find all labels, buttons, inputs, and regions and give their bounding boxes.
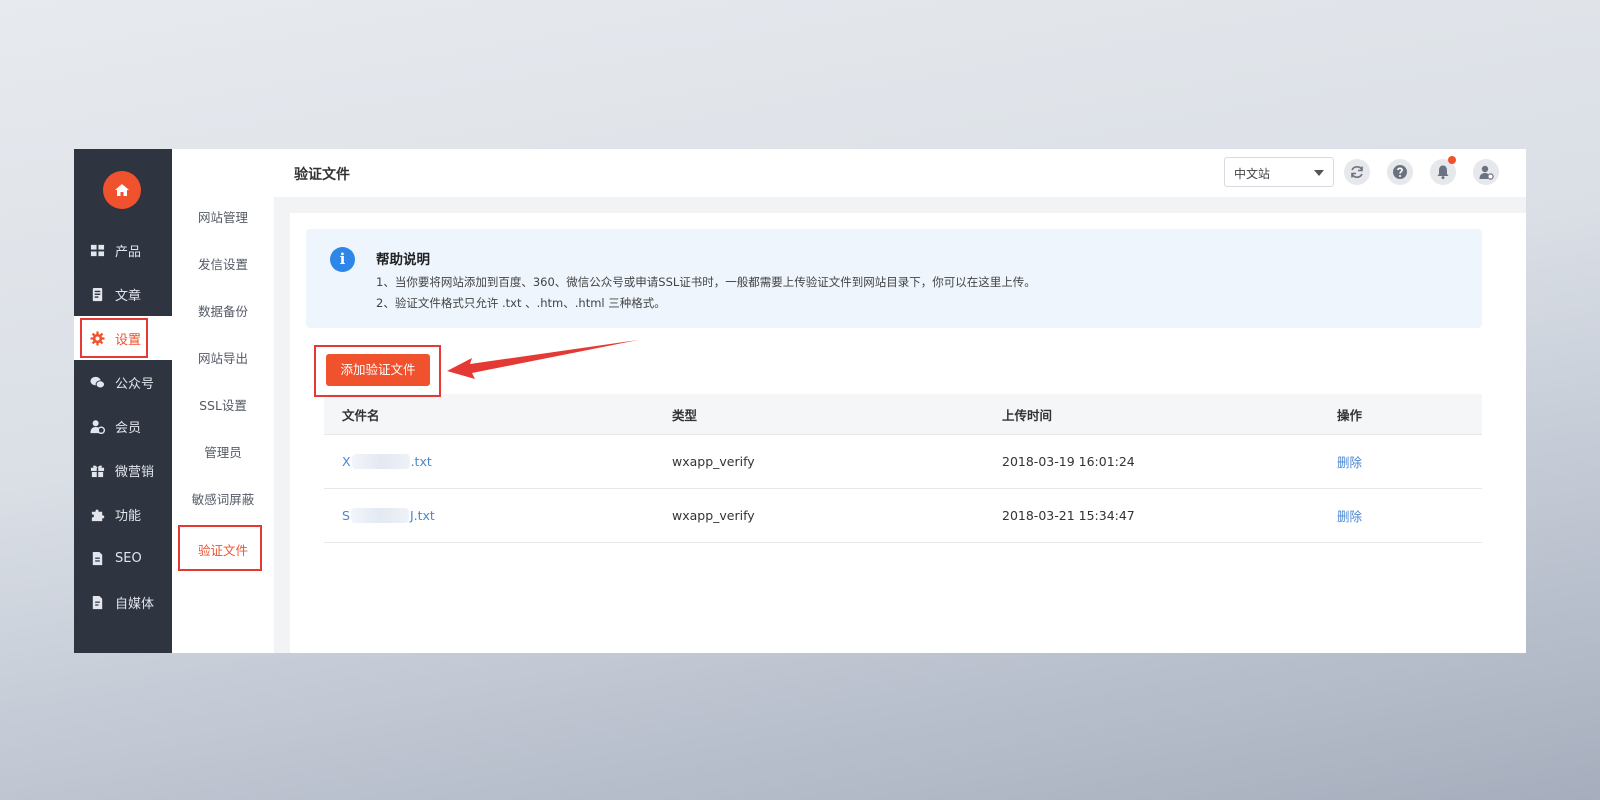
- column-header-actions: 操作: [1337, 407, 1363, 423]
- file-name-link[interactable]: S J.txt: [342, 489, 435, 542]
- table-row: X .txt wxapp_verify 2018-03-19 16:01:24 …: [324, 435, 1482, 489]
- subnav-item-administrators[interactable]: 管理员: [172, 442, 274, 461]
- column-header-type: 类型: [672, 407, 698, 423]
- add-verify-file-button[interactable]: 添加验证文件: [326, 354, 430, 386]
- upload-time: 2018-03-19 16:01:24: [1002, 454, 1135, 469]
- sidebar-item-self-media[interactable]: 自媒体: [74, 580, 172, 624]
- sidebar-item-marketing[interactable]: 微营销: [74, 448, 172, 492]
- member-icon: [90, 419, 105, 434]
- app-window: 产品 文章 设置 公众号 会员 微营销 功能 SEO 自媒体 网站管理 发信设置…: [74, 149, 1526, 653]
- sidebar-item-label: 微营销: [115, 464, 155, 480]
- sidebar-item-label: SEO: [115, 550, 142, 566]
- file-type: wxapp_verify: [672, 454, 755, 469]
- notification-dot: [1448, 156, 1456, 164]
- settings-subnav: 网站管理 发信设置 数据备份 网站导出 SSL设置 管理员 敏感词屏蔽 验证文件: [172, 149, 275, 653]
- table-row: S J.txt wxapp_verify 2018-03-21 15:34:47…: [324, 489, 1482, 543]
- sidebar-item-label: 公众号: [115, 376, 155, 392]
- file-name-end: .txt: [410, 454, 432, 469]
- gift-icon: [90, 465, 105, 477]
- user-icon: [1479, 165, 1494, 180]
- file-name-start: S: [342, 508, 350, 523]
- sidebar-item-seo[interactable]: SEO: [74, 536, 172, 580]
- grid-icon: [90, 244, 105, 256]
- bell-icon: [1437, 165, 1449, 180]
- chevron-down-icon: [1314, 170, 1324, 176]
- file-name-start: X: [342, 454, 351, 469]
- sidebar-item-label: 产品: [115, 244, 142, 260]
- sidebar-item-functions[interactable]: 功能: [74, 492, 172, 536]
- sidebar-item-label: 会员: [115, 420, 142, 436]
- sidebar-item-label: 自媒体: [115, 596, 155, 612]
- sidebar-item-wechat[interactable]: 公众号: [74, 360, 172, 404]
- site-select-value: 中文站: [1234, 167, 1271, 181]
- notifications-button[interactable]: [1430, 156, 1456, 185]
- subnav-item-verify-files[interactable]: 验证文件: [172, 540, 274, 559]
- subnav-item-ssl-settings[interactable]: SSL设置: [172, 395, 274, 414]
- column-header-filename: 文件名: [342, 407, 380, 423]
- subnav-item-mail-settings[interactable]: 发信设置: [172, 254, 274, 273]
- sidebar-item-members[interactable]: 会员: [74, 404, 172, 448]
- subnav-item-sensitive-words[interactable]: 敏感词屏蔽: [172, 489, 274, 508]
- subnav-item-site-export[interactable]: 网站导出: [172, 348, 274, 367]
- top-bar: 验证文件 中文站: [274, 149, 1526, 198]
- help-line-2: 2、验证文件格式只允许 .txt 、.htm、.html 三种格式。: [376, 296, 666, 310]
- puzzle-icon: [91, 509, 105, 521]
- media-file-icon: [92, 595, 103, 609]
- redacted-filename: [350, 508, 409, 523]
- subnav-item-data-backup[interactable]: 数据备份: [172, 301, 274, 320]
- info-icon: i: [330, 247, 355, 272]
- sidebar-item-settings[interactable]: 设置: [74, 316, 172, 360]
- help-button[interactable]: [1387, 159, 1413, 185]
- site-language-select[interactable]: 中文站: [1224, 157, 1334, 187]
- help-notice: i 帮助说明 1、当你要将网站添加到百度、360、微信公众号或申请SSL证书时，…: [306, 229, 1482, 328]
- file-name-link[interactable]: X .txt: [342, 435, 432, 488]
- subnav-item-site-management[interactable]: 网站管理: [172, 207, 274, 226]
- upload-time: 2018-03-21 15:34:47: [1002, 508, 1135, 523]
- delete-link[interactable]: 删除: [1337, 489, 1362, 542]
- sidebar-item-products[interactable]: 产品: [74, 228, 172, 272]
- help-title: 帮助说明: [376, 252, 430, 268]
- user-account-button[interactable]: [1473, 159, 1499, 185]
- file-type: wxapp_verify: [672, 508, 755, 523]
- column-header-upload-time: 上传时间: [1002, 407, 1053, 423]
- delete-link[interactable]: 删除: [1337, 435, 1362, 488]
- file-name-end: J.txt: [409, 508, 435, 523]
- help-line-1: 1、当你要将网站添加到百度、360、微信公众号或申请SSL证书时，一般都需要上传…: [376, 275, 1036, 289]
- sidebar-item-articles[interactable]: 文章: [74, 272, 172, 316]
- sidebar-item-label: 文章: [115, 288, 142, 304]
- sidebar-item-label: 功能: [115, 508, 142, 524]
- refresh-icon: [1351, 166, 1363, 178]
- home-icon: [115, 184, 129, 196]
- home-button[interactable]: [103, 171, 141, 209]
- page-title: 验证文件: [294, 167, 350, 183]
- document-icon: [92, 287, 103, 301]
- seo-file-icon: [92, 551, 103, 565]
- main-sidebar: 产品 文章 设置 公众号 会员 微营销 功能 SEO 自媒体: [74, 149, 172, 653]
- question-icon: [1393, 165, 1407, 179]
- sidebar-item-label: 设置: [115, 332, 142, 348]
- refresh-button[interactable]: [1344, 159, 1370, 185]
- redacted-filename: [351, 454, 410, 469]
- table-header: 文件名 类型 上传时间 操作: [324, 394, 1482, 435]
- gear-icon: [90, 330, 105, 346]
- wechat-icon: [90, 376, 105, 388]
